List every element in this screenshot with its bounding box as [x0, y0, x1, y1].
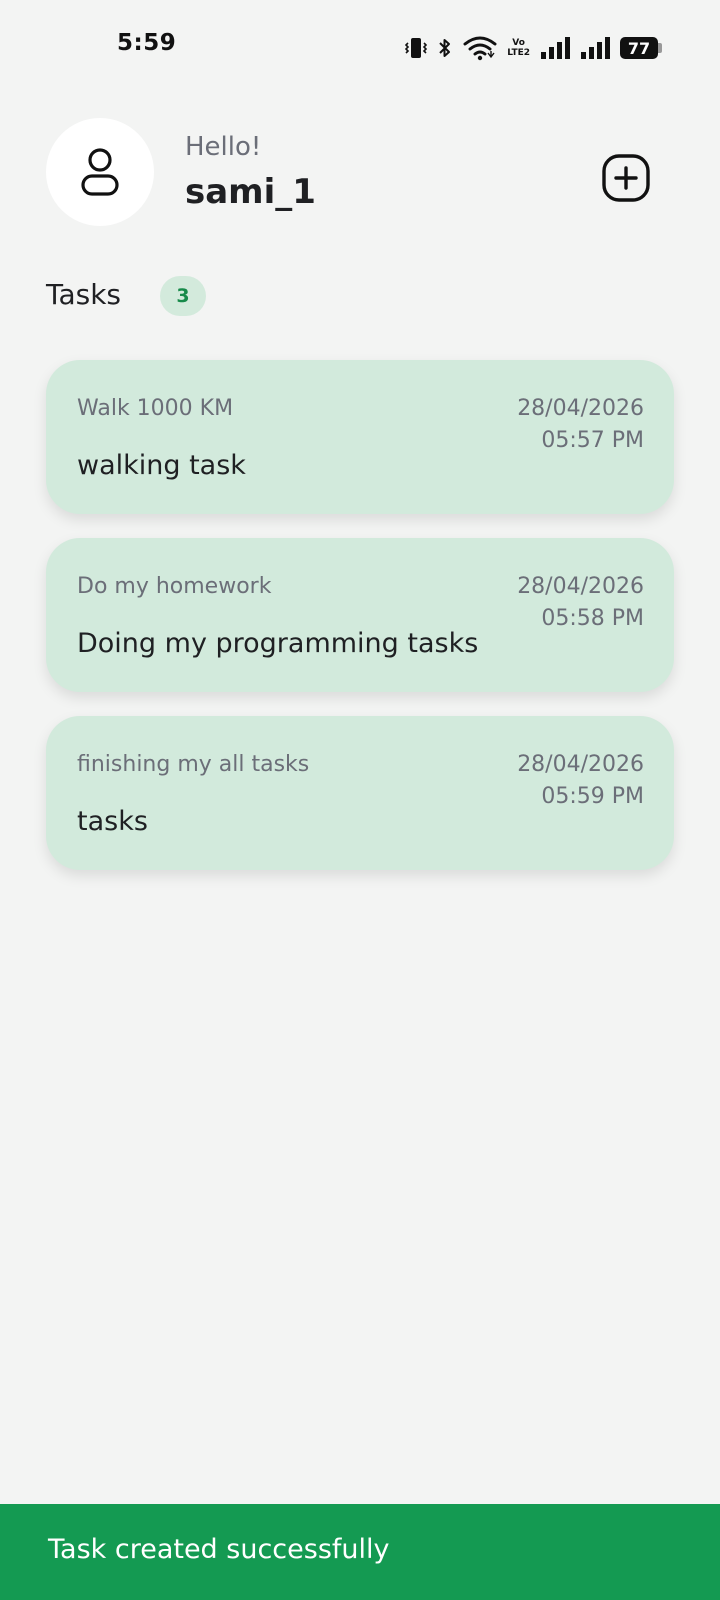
greeting-text: Hello!: [185, 132, 262, 162]
task-title: finishing my all tasks: [77, 752, 310, 777]
username: sami_1: [185, 172, 316, 212]
lte-top-label: Vo: [512, 38, 525, 48]
volte-icon: Vo LTE2: [507, 38, 530, 58]
task-description: walking task: [77, 450, 246, 481]
task-title: Walk 1000 KM: [77, 396, 234, 421]
task-card[interactable]: Do my homework Doing my programming task…: [46, 538, 674, 692]
task-description: tasks: [77, 806, 148, 837]
task-time: 05:57 PM: [541, 428, 644, 453]
snackbar-message: Task created successfully: [48, 1534, 390, 1565]
task-card[interactable]: finishing my all tasks tasks 28/04/2026 …: [46, 716, 674, 870]
task-title: Do my homework: [77, 574, 272, 599]
status-bar: 5:59 Vo LTE2 77: [0, 0, 720, 96]
vibrate-icon: [405, 36, 428, 60]
battery-tip: [658, 43, 662, 53]
add-task-button[interactable]: [598, 150, 654, 206]
task-date: 28/04/2026: [517, 574, 644, 599]
tasks-count-badge: 3: [160, 276, 206, 316]
add-square-icon: [602, 154, 650, 202]
task-date: 28/04/2026: [517, 396, 644, 421]
battery-icon: 77: [620, 37, 662, 59]
battery-level: 77: [620, 37, 658, 59]
task-time: 05:59 PM: [541, 784, 644, 809]
person-icon: [81, 148, 119, 196]
avatar[interactable]: [46, 118, 154, 226]
task-card[interactable]: Walk 1000 KM walking task 28/04/2026 05:…: [46, 360, 674, 514]
task-date: 28/04/2026: [517, 752, 644, 777]
task-description: Doing my programming tasks: [77, 628, 479, 659]
signal-icon: [580, 36, 610, 60]
bluetooth-icon: [437, 36, 453, 60]
snackbar: Task created successfully: [0, 1504, 720, 1600]
signal-icon: [540, 36, 570, 60]
wifi-icon: [463, 35, 497, 61]
task-time: 05:58 PM: [541, 606, 644, 631]
task-list: Walk 1000 KM walking task 28/04/2026 05:…: [46, 360, 674, 894]
lte-bottom-label: LTE2: [507, 48, 530, 58]
tasks-heading: Tasks: [46, 278, 122, 311]
status-time: 5:59: [117, 30, 177, 56]
status-icons: Vo LTE2 77: [405, 34, 662, 62]
